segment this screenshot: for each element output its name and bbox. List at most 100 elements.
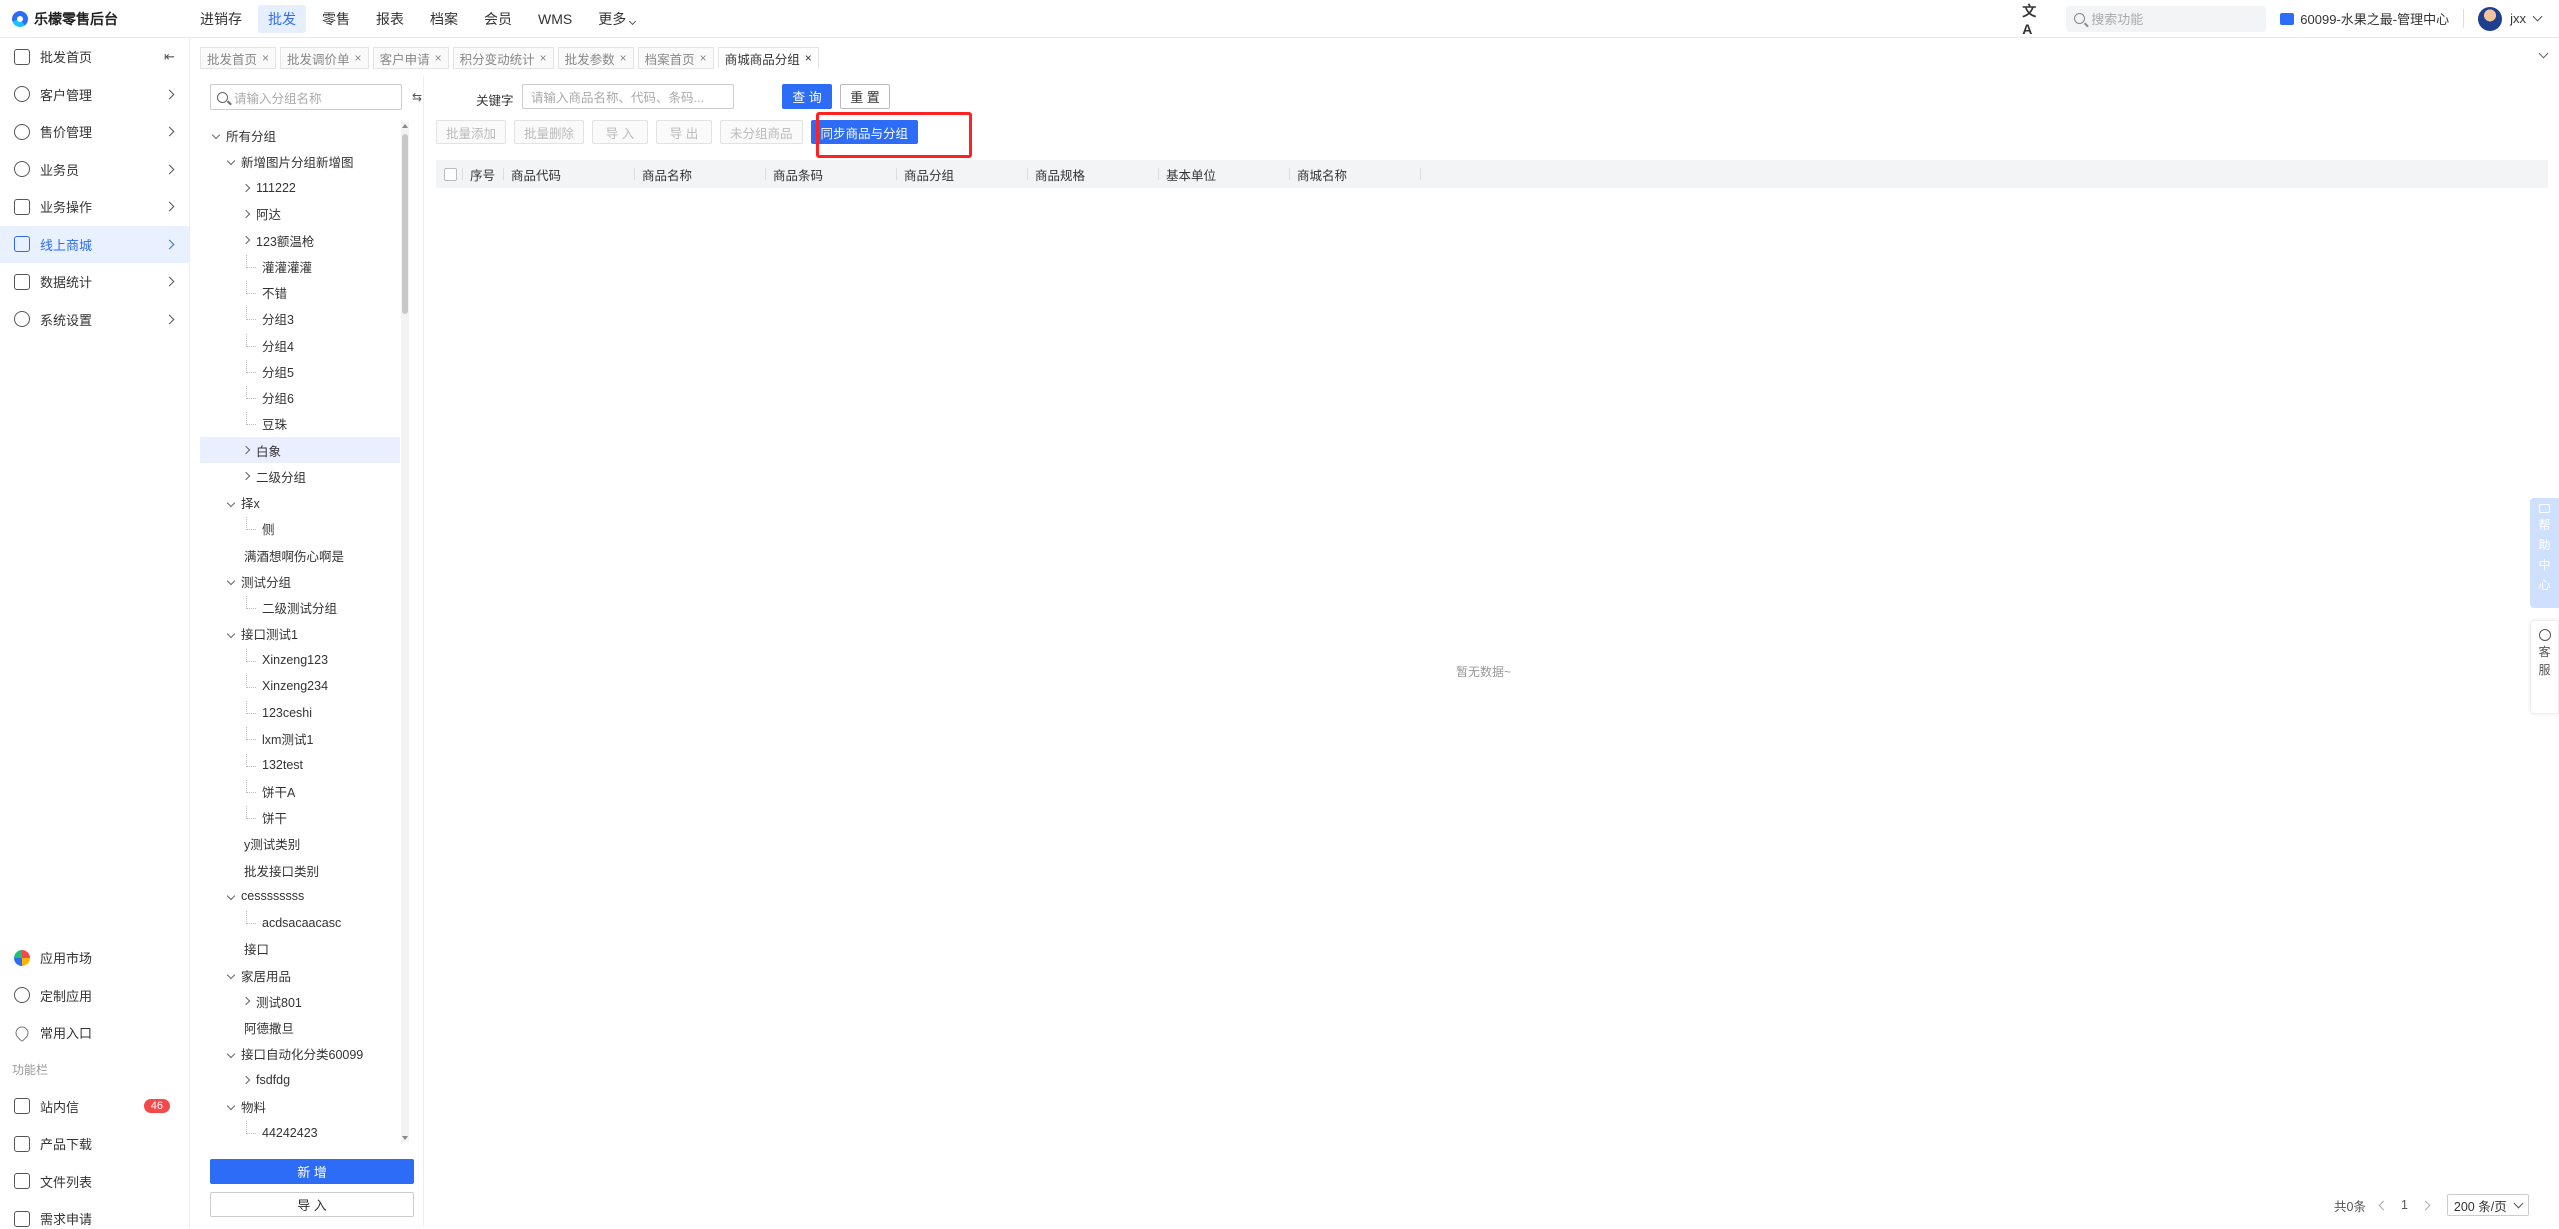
- sidebar-item-statistics[interactable]: 数据统计: [0, 263, 189, 301]
- scroll-down-icon[interactable]: [402, 1136, 408, 1140]
- nav-lingshou[interactable]: 零售: [312, 5, 360, 33]
- close-icon[interactable]: ×: [540, 51, 547, 65]
- tab-customer-apply[interactable]: 客户申请 ×: [372, 47, 449, 69]
- caret-right-icon[interactable]: [240, 996, 252, 1006]
- sidebar-item-operations[interactable]: 业务操作: [0, 188, 189, 226]
- tree-node[interactable]: lxm测试1: [200, 726, 400, 752]
- caret-down-icon[interactable]: [225, 970, 237, 980]
- sidebar-item-online-mall[interactable]: 线上商城: [0, 225, 189, 263]
- tree-node[interactable]: 123ceshi: [200, 700, 400, 726]
- close-icon[interactable]: ×: [262, 51, 269, 65]
- tab-archive-home[interactable]: 档案首页 ×: [637, 47, 714, 69]
- tab-points-stats[interactable]: 积分变动统计 ×: [452, 47, 554, 69]
- sidebar-item-requests[interactable]: 需求申请: [0, 1200, 190, 1229]
- query-button[interactable]: 查 询: [782, 84, 832, 109]
- select-all-checkbox[interactable]: [444, 167, 457, 181]
- current-page[interactable]: 1: [2401, 1198, 2408, 1212]
- tree-node[interactable]: 接口自动化分类60099: [200, 1041, 400, 1067]
- sidebar-item-customers[interactable]: 客户管理: [0, 76, 189, 114]
- tree-node[interactable]: 灌灌灌灌: [200, 253, 400, 279]
- sync-products-groups-button[interactable]: 同步商品与分组: [810, 120, 919, 144]
- tree-node[interactable]: 接口: [200, 936, 400, 962]
- close-icon[interactable]: ×: [620, 51, 627, 65]
- customer-service-button[interactable]: 客 服: [2530, 620, 2559, 714]
- caret-right-icon[interactable]: [240, 209, 252, 219]
- caret-down-icon[interactable]: [225, 156, 237, 166]
- nav-pifa[interactable]: 批发: [258, 4, 306, 33]
- tree-node[interactable]: y测试类别: [200, 831, 400, 857]
- tree-node[interactable]: 家居用品: [200, 962, 400, 988]
- reset-button[interactable]: 重 置: [840, 84, 890, 109]
- tree-node[interactable]: 分组4: [200, 332, 400, 358]
- import-group-button[interactable]: 导 入: [210, 1192, 414, 1217]
- function-search-input[interactable]: 搜索功能: [2066, 5, 2267, 32]
- tab-pifa-params[interactable]: 批发参数 ×: [557, 47, 634, 69]
- sidebar-item-price[interactable]: 售价管理: [0, 113, 189, 151]
- close-icon[interactable]: ×: [435, 51, 442, 65]
- import-button[interactable]: 导 入: [592, 120, 649, 144]
- sidebar-item-settings[interactable]: 系统设置: [0, 301, 189, 339]
- tree-node[interactable]: acdsacaacasc: [200, 910, 400, 936]
- close-icon[interactable]: ×: [355, 51, 362, 65]
- caret-down-icon[interactable]: [225, 891, 237, 901]
- tree-node[interactable]: 批发接口类别: [200, 857, 400, 883]
- sidebar-item-pifa-home[interactable]: 批发首页 ⇤: [0, 38, 189, 76]
- tree-node[interactable]: 二级测试分组: [200, 595, 400, 621]
- translate-icon[interactable]: 文A: [2022, 3, 2042, 37]
- tree-node[interactable]: 分组5: [200, 358, 400, 384]
- tree-node[interactable]: 不错: [200, 280, 400, 306]
- caret-down-icon[interactable]: [225, 576, 237, 586]
- nav-more[interactable]: 更多: [588, 5, 645, 33]
- tree-node[interactable]: 分组3: [200, 306, 400, 332]
- tree-node[interactable]: 物料: [200, 1093, 400, 1119]
- sidebar-item-app-market[interactable]: 应用市场: [0, 939, 190, 977]
- caret-right-icon[interactable]: [240, 471, 252, 481]
- tab-price-adjust[interactable]: 批发调价单 ×: [280, 47, 369, 69]
- batch-add-button[interactable]: 批量添加: [436, 120, 507, 144]
- collapse-sidebar-icon[interactable]: ⇤: [164, 49, 175, 65]
- tab-mall-product-group[interactable]: 商城商品分组 ×: [717, 47, 819, 69]
- tree-node[interactable]: 132test: [200, 752, 400, 778]
- page-size-select[interactable]: 200 条/页: [2446, 1194, 2529, 1216]
- caret-right-icon[interactable]: [240, 183, 252, 193]
- caret-right-icon[interactable]: [240, 1075, 252, 1085]
- tree-node[interactable]: 分组6: [200, 385, 400, 411]
- caret-down-icon[interactable]: [225, 1049, 237, 1059]
- tree-node[interactable]: 择x: [200, 490, 400, 516]
- tree-node[interactable]: 侧: [200, 516, 400, 542]
- tree-node[interactable]: 所有分组: [200, 122, 400, 148]
- tabs-dropdown-icon[interactable]: [2538, 48, 2549, 59]
- tree-node[interactable]: 44242423: [200, 1120, 400, 1146]
- tree-node[interactable]: 二级分组: [200, 463, 400, 489]
- scroll-up-icon[interactable]: [402, 124, 408, 128]
- nav-dangan[interactable]: 档案: [420, 5, 468, 33]
- caret-down-icon[interactable]: [225, 498, 237, 508]
- store-switcher[interactable]: 60099-水果之最-管理中心: [2280, 9, 2465, 28]
- help-center-button[interactable]: 帮 助 中 心: [2530, 498, 2559, 608]
- keyword-input[interactable]: 请输入商品名称、代码、条码...: [522, 84, 734, 109]
- tree-node[interactable]: 满酒想啊伤心啊是: [200, 542, 400, 568]
- tree-node[interactable]: 饼干: [200, 805, 400, 831]
- tree-node[interactable]: fsdfdg: [200, 1067, 400, 1093]
- scroll-thumb[interactable]: [402, 134, 408, 314]
- tree-node[interactable]: 测试801: [200, 988, 400, 1014]
- tree-node[interactable]: 111222: [200, 175, 400, 201]
- next-page-icon[interactable]: [2420, 1200, 2431, 1210]
- tab-pifa-home[interactable]: 批发首页 ×: [200, 47, 277, 69]
- nav-wms[interactable]: WMS: [528, 7, 582, 31]
- close-icon[interactable]: ×: [700, 51, 707, 65]
- caret-down-icon[interactable]: [225, 629, 237, 639]
- nav-jinxiaocun[interactable]: 进销存: [190, 5, 252, 33]
- sidebar-item-custom-app[interactable]: 定制应用: [0, 977, 190, 1015]
- tree-node[interactable]: 饼干A: [200, 778, 400, 804]
- caret-right-icon[interactable]: [240, 445, 252, 455]
- tree-node[interactable]: 123额温枪: [200, 227, 400, 253]
- tree-node[interactable]: Xinzeng234: [200, 673, 400, 699]
- brand[interactable]: 乐檬零售后台: [0, 9, 190, 29]
- tree-collapse-icon[interactable]: ⇆: [412, 90, 422, 104]
- caret-down-icon[interactable]: [225, 1101, 237, 1111]
- tree-node[interactable]: 豆珠: [200, 411, 400, 437]
- tree-node[interactable]: 阿德撒旦: [200, 1015, 400, 1041]
- nav-huiyuan[interactable]: 会员: [474, 5, 522, 33]
- tree-node[interactable]: cessssssss: [200, 883, 400, 909]
